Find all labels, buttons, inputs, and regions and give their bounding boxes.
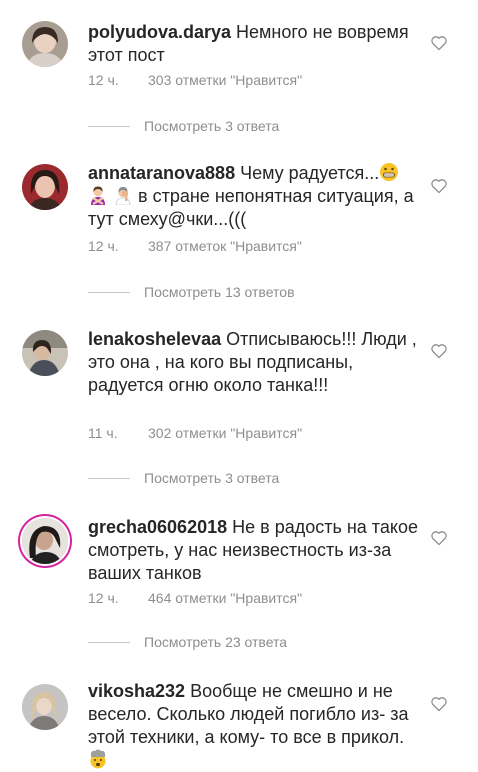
comment-meta: 11 ч. 302 отметки "Нравится" — [88, 425, 302, 441]
comment-likes[interactable]: 387 отметок "Нравится" — [148, 238, 302, 254]
divider-line — [88, 641, 130, 643]
comment-meta: 12 ч. 387 отметок "Нравится" — [88, 238, 302, 254]
heart-outline-icon[interactable] — [430, 35, 448, 51]
avatar[interactable] — [22, 164, 68, 210]
avatar[interactable] — [22, 684, 68, 730]
woman-facepalming-emoji — [115, 187, 131, 205]
comment-text: annataranova888 Чему радуется... в стране… — [88, 162, 418, 231]
heart-outline-icon[interactable] — [430, 696, 448, 712]
comment-text: vikosha232 Вообще не смешно и не весело. … — [88, 680, 418, 772]
view-replies-label: Посмотреть 3 ответа — [144, 118, 280, 134]
divider-line — [88, 125, 130, 127]
comment-username[interactable]: vikosha232 — [88, 681, 185, 701]
avatar[interactable] — [22, 330, 68, 376]
divider-line — [88, 291, 130, 293]
comment-body-start: Чему радуется... — [240, 163, 380, 183]
comment-meta: 12 ч. 303 отметки "Нравится" — [88, 72, 302, 88]
view-replies-label: Посмотреть 13 ответов — [144, 284, 295, 300]
comment-username[interactable]: grecha06062018 — [88, 517, 227, 537]
comment-text: polyudova.darya Немного не вовремя этот п… — [88, 21, 418, 67]
comment-time: 11 ч. — [88, 425, 118, 441]
comment-time: 12 ч. — [88, 590, 119, 606]
comment-likes[interactable]: 464 отметки "Нравится" — [148, 590, 302, 606]
exploding-head-emoji — [90, 749, 106, 769]
divider-line — [88, 477, 130, 479]
view-replies-button[interactable]: Посмотреть 3 ответа — [88, 470, 279, 486]
comment-likes[interactable]: 302 отметки "Нравится" — [148, 425, 302, 441]
comment-time: 12 ч. — [88, 238, 119, 254]
grimacing-face-emoji — [380, 163, 399, 181]
comment-username[interactable]: lenakoshelevaa — [88, 329, 221, 349]
comment-time: 12 ч. — [88, 72, 119, 88]
heart-outline-icon[interactable] — [430, 343, 448, 359]
comment-text: lenakoshelevaa Отписываюсь!!! Люди , это … — [88, 328, 418, 397]
heart-outline-icon[interactable] — [430, 530, 448, 546]
avatar[interactable] — [22, 21, 68, 67]
comment-username[interactable]: annataranova888 — [88, 163, 235, 183]
comment-username[interactable]: polyudova.darya — [88, 22, 231, 42]
avatar-with-story-ring[interactable] — [22, 518, 68, 564]
comment-text: grecha06062018 Не в радость на такое смот… — [88, 516, 418, 585]
comment-likes[interactable]: 303 отметки "Нравится" — [148, 72, 302, 88]
woman-gesturing-no-emoji — [91, 186, 105, 205]
view-replies-button[interactable]: Посмотреть 3 ответа — [88, 118, 279, 134]
comment-meta: 12 ч. 464 отметки "Нравится" — [88, 590, 302, 606]
view-replies-button[interactable]: Посмотреть 23 ответа — [88, 634, 287, 650]
view-replies-button[interactable]: Посмотреть 13 ответов — [88, 284, 295, 300]
comment-body-end: в стране непонятная ситуация, а тут смех… — [88, 186, 414, 229]
view-replies-label: Посмотреть 3 ответа — [144, 470, 280, 486]
heart-outline-icon[interactable] — [430, 178, 448, 194]
view-replies-label: Посмотреть 23 ответа — [144, 634, 288, 650]
